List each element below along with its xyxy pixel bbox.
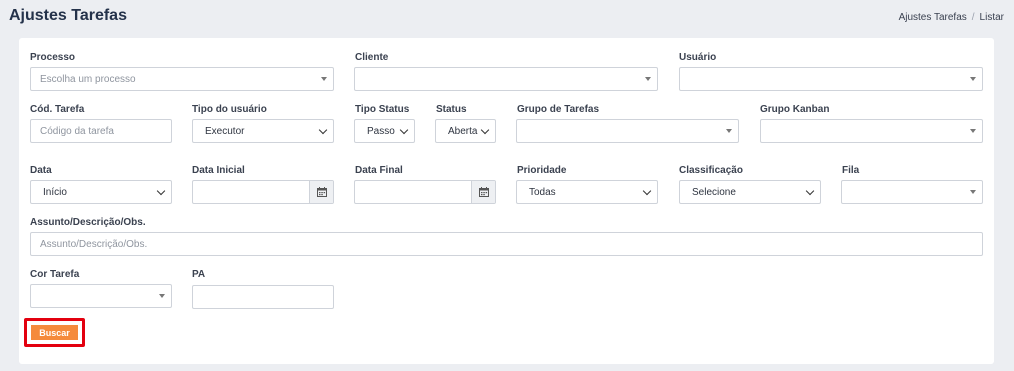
breadcrumb-item-listar: Listar	[979, 12, 1004, 23]
grupo-tarefas-label: Grupo de Tarefas	[517, 104, 600, 115]
data-label: Data	[30, 165, 52, 176]
caret-down-icon	[970, 129, 976, 133]
caret-down-icon	[970, 77, 976, 81]
chevron-down-icon	[399, 125, 409, 135]
classificacao-label: Classificação	[679, 165, 743, 176]
grupo-kanban-label: Grupo Kanban	[760, 104, 830, 115]
cod-tarefa-input[interactable]: Código da tarefa	[30, 119, 172, 143]
chevron-down-icon	[480, 125, 490, 135]
classificacao-value: Selecione	[692, 186, 736, 198]
chevron-down-icon	[805, 186, 815, 196]
breadcrumb-separator: /	[971, 12, 975, 23]
breadcrumb: Ajustes Tarefas / Listar	[899, 12, 1004, 23]
cliente-label: Cliente	[355, 52, 389, 63]
caret-down-icon	[970, 190, 976, 194]
calendar-icon[interactable]	[309, 181, 333, 203]
processo-label: Processo	[30, 52, 76, 63]
status-label: Status	[436, 104, 467, 115]
classificacao-select[interactable]: Selecione	[679, 180, 821, 204]
data-select[interactable]: Início	[30, 180, 172, 204]
grupo-tarefas-select[interactable]	[516, 119, 739, 143]
cor-tarefa-label: Cor Tarefa	[30, 269, 80, 280]
prioridade-select[interactable]: Todas	[516, 180, 658, 204]
status-value: Aberta	[448, 125, 478, 137]
filter-card: Processo Escolha um processo Cliente Usu…	[19, 38, 994, 364]
prioridade-value: Todas	[529, 186, 556, 198]
usuario-label: Usuário	[679, 52, 717, 63]
data-inicial-label: Data Inicial	[192, 165, 245, 176]
data-value: Início	[43, 186, 67, 198]
caret-down-icon	[726, 129, 732, 133]
page-title: Ajustes Tarefas	[9, 7, 127, 24]
breadcrumb-item-ajustes[interactable]: Ajustes Tarefas	[899, 12, 967, 23]
cor-tarefa-select[interactable]	[30, 284, 172, 308]
caret-down-icon	[645, 77, 651, 81]
tipo-status-label: Tipo Status	[355, 104, 410, 115]
data-final-input[interactable]	[354, 180, 496, 204]
tipo-status-select[interactable]: Passo	[354, 119, 415, 143]
data-inicial-input[interactable]	[192, 180, 334, 204]
tipo-usuario-select[interactable]: Executor	[192, 119, 334, 143]
fila-select[interactable]	[841, 180, 983, 204]
fila-label: Fila	[842, 165, 860, 176]
usuario-select[interactable]	[679, 67, 983, 91]
prioridade-label: Prioridade	[517, 165, 567, 176]
caret-down-icon	[159, 294, 165, 298]
pa-label: PA	[192, 269, 206, 280]
tipo-usuario-value: Executor	[205, 125, 245, 137]
assunto-label: Assunto/Descrição/Obs.	[30, 217, 146, 228]
tipo-status-value: Passo	[367, 125, 395, 137]
chevron-down-icon	[318, 125, 328, 135]
buscar-highlight: Buscar	[24, 318, 85, 347]
cod-tarefa-placeholder: Código da tarefa	[40, 125, 114, 137]
grupo-kanban-select[interactable]	[760, 119, 983, 143]
buscar-button[interactable]: Buscar	[31, 325, 78, 340]
data-final-label: Data Final	[355, 165, 403, 176]
assunto-placeholder: Assunto/Descrição/Obs.	[40, 238, 148, 250]
cod-tarefa-label: Cód. Tarefa	[30, 104, 85, 115]
calendar-icon[interactable]	[471, 181, 495, 203]
chevron-down-icon	[642, 186, 652, 196]
caret-down-icon	[321, 77, 327, 81]
assunto-input[interactable]: Assunto/Descrição/Obs.	[30, 232, 983, 256]
tipo-usuario-label: Tipo do usuário	[192, 104, 267, 115]
pa-input[interactable]	[192, 285, 334, 309]
status-select[interactable]: Aberta	[435, 119, 496, 143]
processo-placeholder: Escolha um processo	[40, 73, 136, 85]
chevron-down-icon	[156, 186, 166, 196]
cliente-select[interactable]	[354, 67, 658, 91]
processo-select[interactable]: Escolha um processo	[30, 67, 334, 91]
